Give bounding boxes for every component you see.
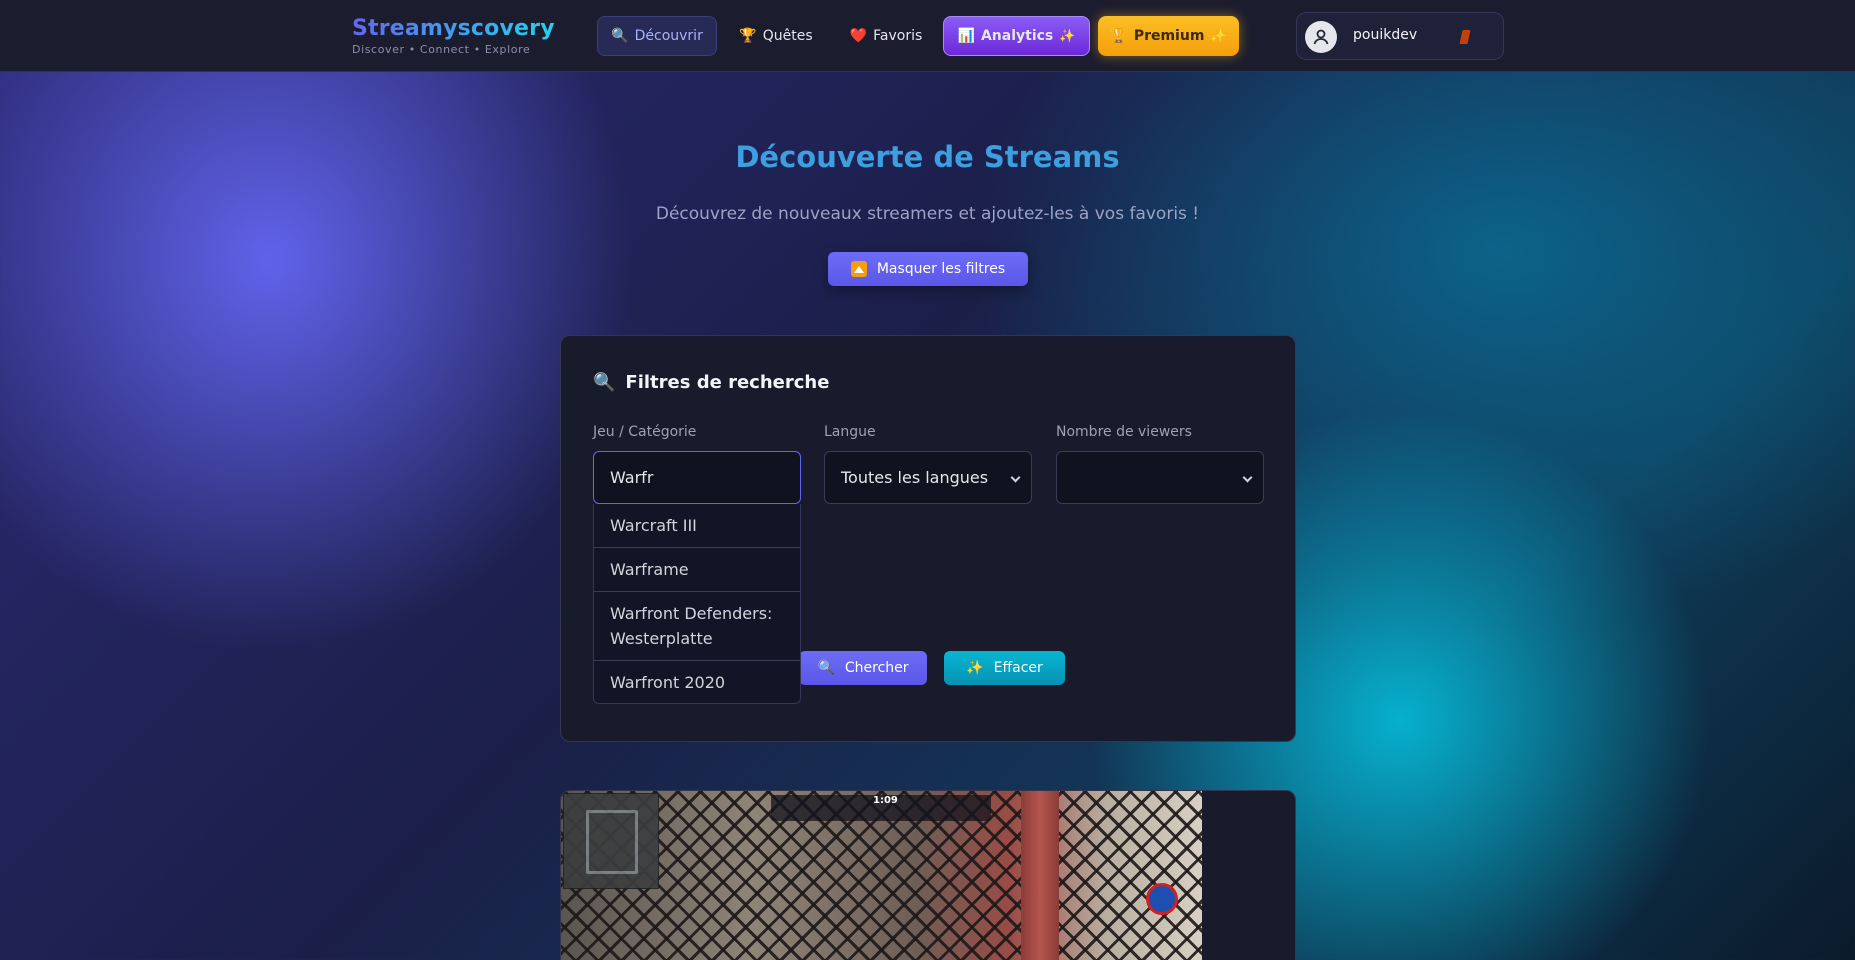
no-parking-sign-image: [1146, 883, 1178, 915]
language-select-value: Toutes les langues: [841, 468, 989, 487]
top-navbar: Streamyscovery Discover • Connect • Expl…: [0, 0, 1855, 72]
search-icon: 🔍: [817, 660, 835, 676]
nav-favorites-button[interactable]: ❤️ Favoris: [844, 16, 928, 56]
user-menu[interactable]: pouikdev: [1296, 12, 1504, 60]
heart-icon: ❤️: [849, 28, 868, 44]
nav-analytics-button[interactable]: 📊 Analytics ✨: [943, 16, 1090, 56]
game-suggestions-dropdown: Warcraft III Warframe Warfront Defenders…: [593, 504, 801, 704]
hide-filters-label: Masquer les filtres: [876, 261, 1006, 277]
brand-subtitle: Discover • Connect • Explore: [352, 43, 531, 56]
stream-card[interactable]: 1:09: [560, 790, 1296, 960]
stream-thumbnail[interactable]: 1:09: [561, 791, 1202, 960]
search-button-label: Chercher: [844, 660, 909, 676]
filters-panel: 🔍 Filtres de recherche Jeu / Catégorie L…: [560, 335, 1296, 742]
clear-button-label: Effacer: [993, 660, 1043, 676]
suggestion-item[interactable]: Warfront Defenders: Westerplatte: [594, 592, 800, 661]
minimap-image: [563, 793, 659, 889]
chart-icon: 📊: [957, 28, 975, 44]
trophy-icon: 🏆: [739, 28, 757, 44]
suggestion-item[interactable]: Warframe: [594, 548, 800, 592]
suggestion-item[interactable]: Warcraft III: [594, 504, 800, 548]
page-subtitle: Découvrez de nouveaux streamers et ajout…: [655, 204, 1200, 224]
game-label: Jeu / Catégorie: [593, 424, 697, 440]
suggestion-item[interactable]: Warfront 2020: [594, 661, 800, 703]
username: pouikdev: [1353, 27, 1418, 43]
door-image: [1021, 791, 1059, 960]
game-input-value: Warfr: [610, 468, 654, 487]
trophy-icon: 🏆: [1110, 28, 1128, 44]
hide-filters-button[interactable]: Masquer les filtres: [828, 252, 1028, 286]
brand[interactable]: Streamyscovery Discover • Connect • Expl…: [352, 16, 555, 56]
sparkle-icon: ✨: [1059, 28, 1076, 44]
viewers-select[interactable]: [1056, 451, 1264, 504]
arrow-up-icon: [850, 261, 867, 277]
nav-premium-button[interactable]: 🏆 Premium ✨: [1098, 16, 1239, 56]
sparkle-icon: ✨: [966, 660, 984, 676]
filters-title-text: Filtres de recherche: [625, 372, 830, 393]
nav-quests-button[interactable]: 🏆 Quêtes: [736, 16, 816, 56]
chevron-down-icon: [1242, 472, 1253, 483]
nav-premium-label: Premium: [1133, 28, 1205, 44]
chevron-down-icon: [1010, 472, 1021, 483]
language-select[interactable]: Toutes les langues: [824, 451, 1032, 504]
avatar[interactable]: [1305, 21, 1337, 53]
nav-favorites-label: Favoris: [873, 28, 923, 44]
search-icon: 🔍: [593, 372, 616, 393]
hud-timer: 1:09: [873, 795, 898, 806]
search-button[interactable]: 🔍 Chercher: [799, 651, 927, 685]
brand-title[interactable]: Streamyscovery: [352, 16, 555, 41]
game-search-input[interactable]: Warfr: [593, 451, 801, 504]
viewers-label: Nombre de viewers: [1056, 424, 1192, 440]
search-icon: 🔍: [611, 28, 629, 44]
nav-quests-label: Quêtes: [762, 28, 813, 44]
sparkle-icon: ✨: [1210, 28, 1227, 44]
page-title: Découverte de Streams: [735, 140, 1120, 174]
language-label: Langue: [824, 424, 876, 440]
filters-title: 🔍 Filtres de recherche: [593, 372, 829, 393]
nav-analytics-label: Analytics: [980, 28, 1054, 44]
user-icon: [1313, 29, 1329, 45]
nav-discover-label: Découvrir: [634, 28, 703, 44]
clear-button[interactable]: ✨ Effacer: [944, 651, 1065, 685]
nav-discover-button[interactable]: 🔍 Découvrir: [597, 16, 717, 56]
user-badge-icon: [1459, 30, 1471, 44]
